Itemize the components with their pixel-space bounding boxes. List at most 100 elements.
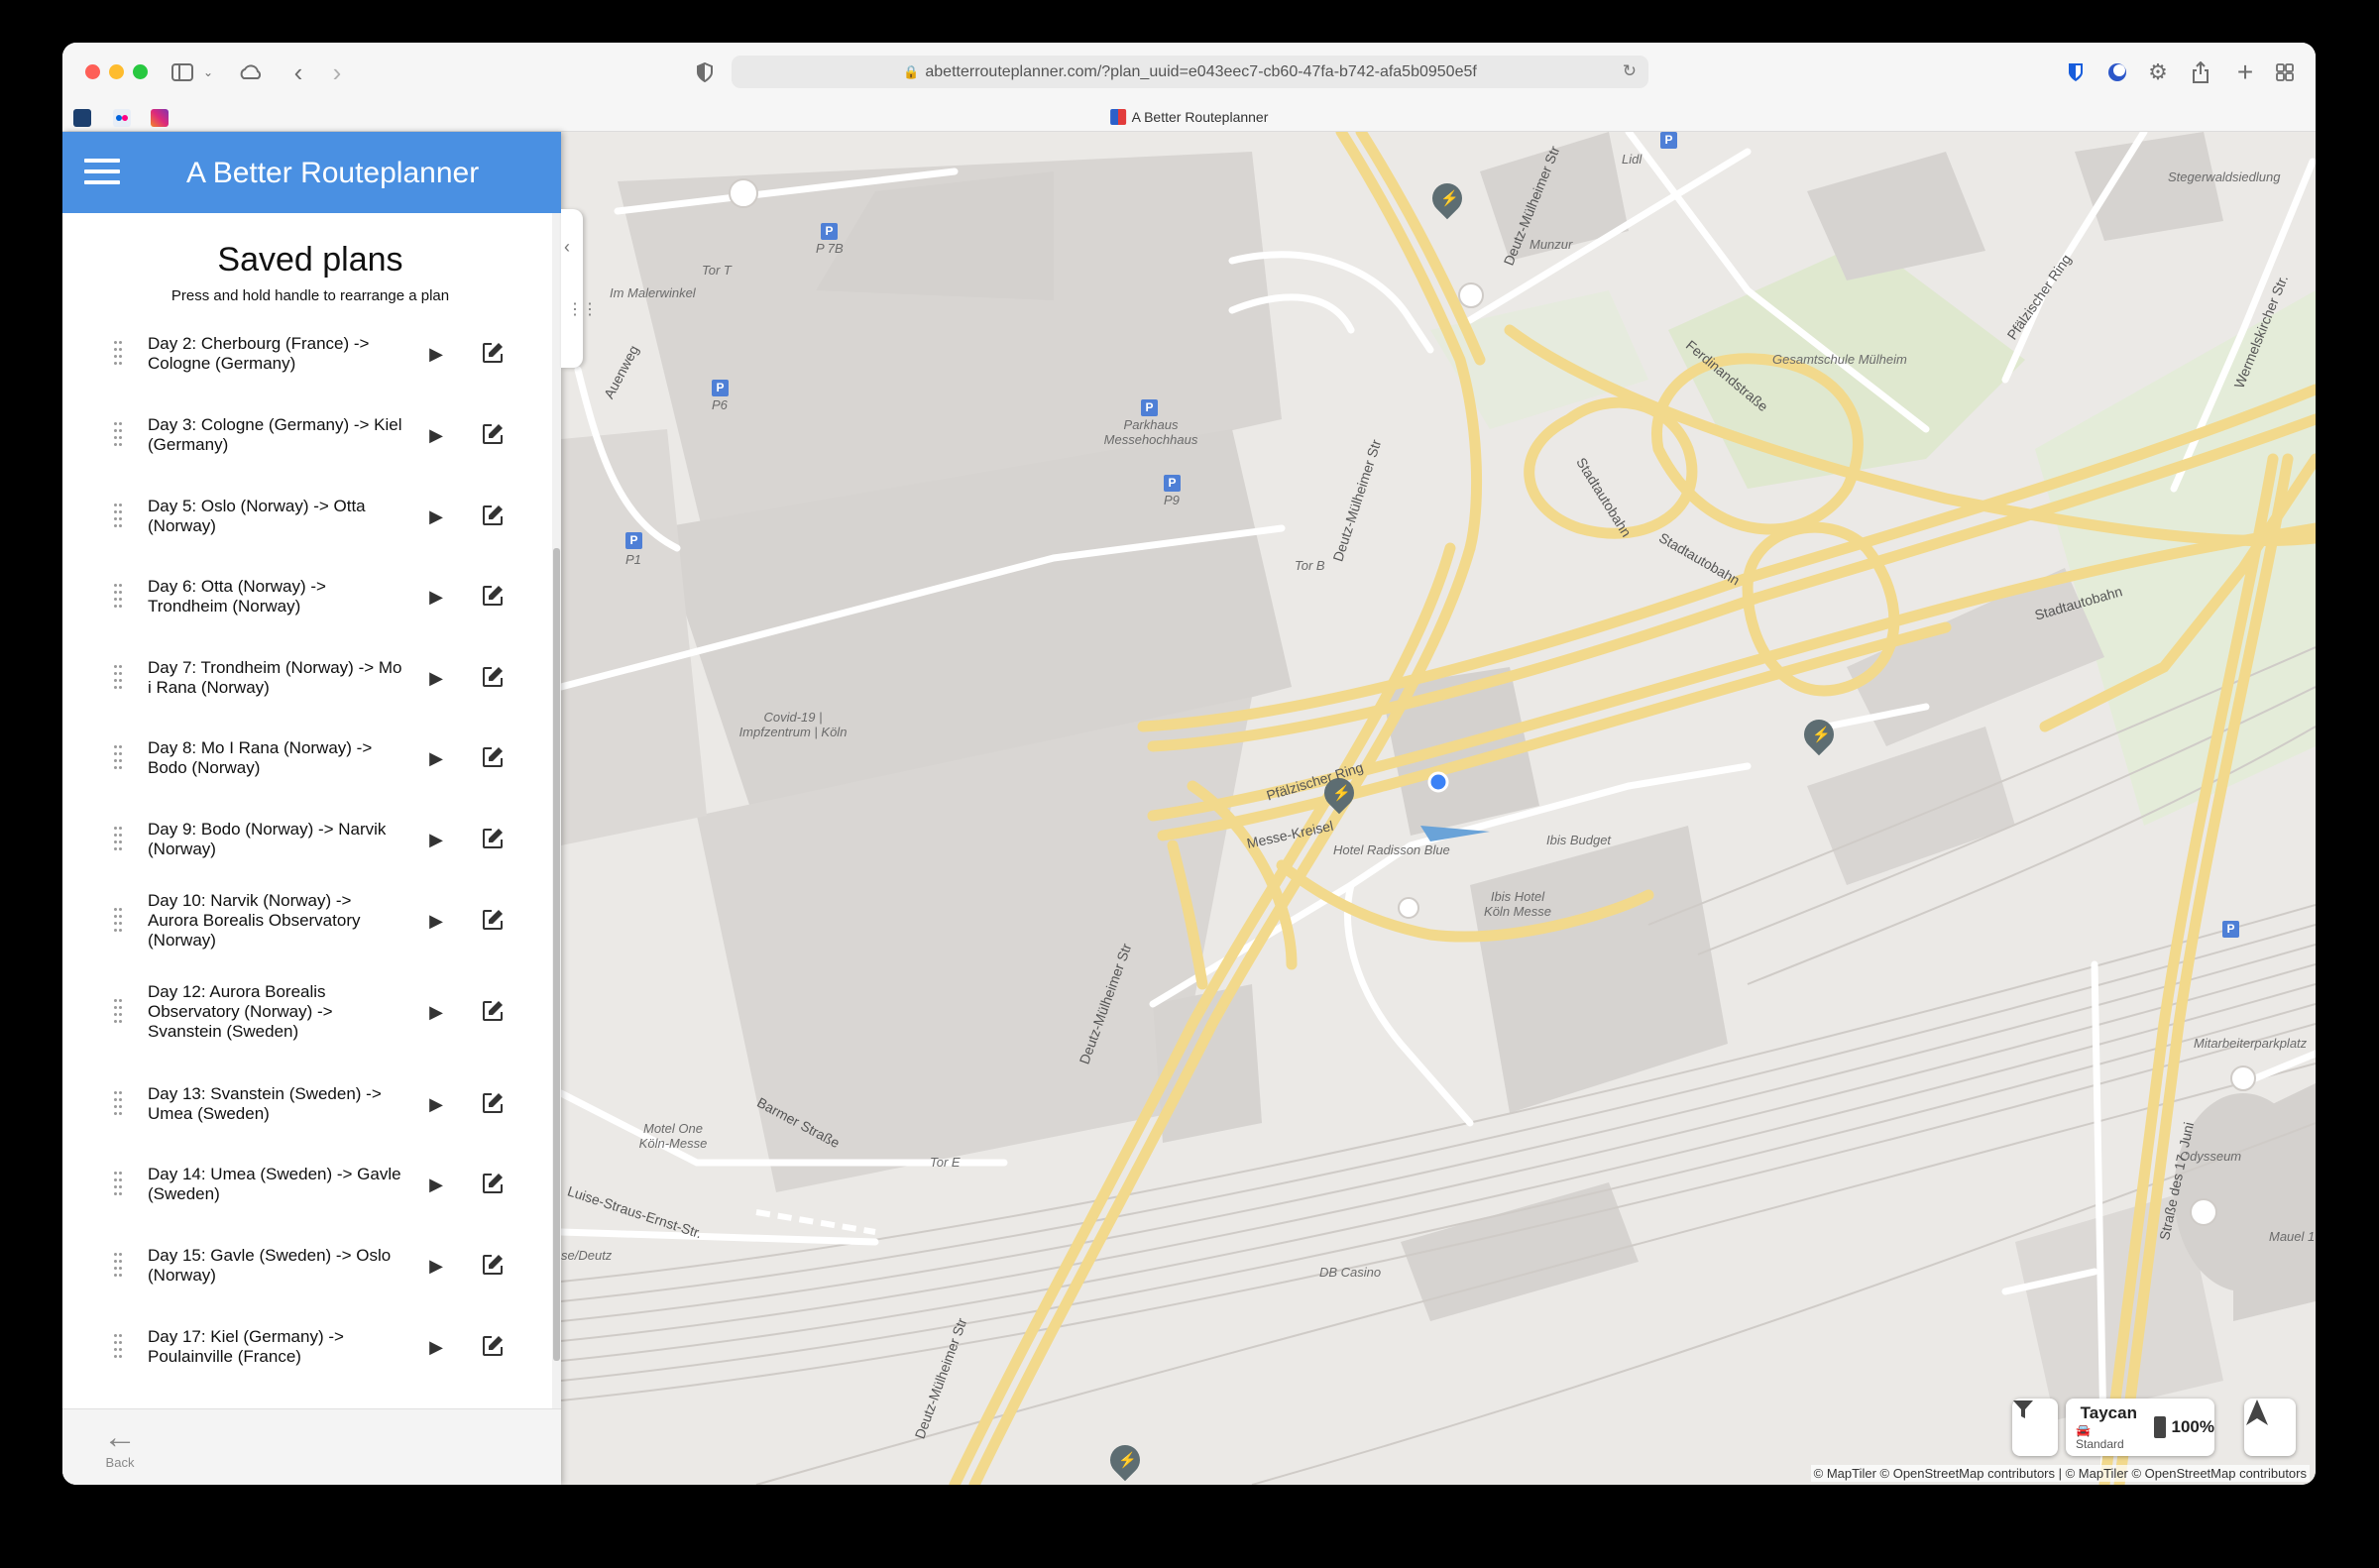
saved-plan-row[interactable]: Day 10: Narvik (Norway) -> Aurora Boreal…	[62, 891, 548, 950]
sidebar-toggle-icon[interactable]	[170, 56, 195, 88]
hamburger-menu-icon[interactable]	[84, 159, 120, 186]
poi-label: Mauel 1	[2269, 1229, 2316, 1244]
plan-title: Day 3: Cologne (Germany) -> Kiel (German…	[148, 415, 402, 454]
active-tab[interactable]: A Better Routeplanner	[1109, 109, 1269, 125]
edit-plan-icon[interactable]	[481, 584, 507, 610]
edit-plan-icon[interactable]	[481, 665, 507, 691]
favorite-bookmark-icon[interactable]	[73, 109, 91, 127]
play-plan-icon[interactable]: ▶	[424, 585, 448, 609]
close-window-button[interactable]	[85, 64, 100, 79]
saved-plan-row[interactable]: Day 7: Trondheim (Norway) -> Mo i Rana (…	[62, 658, 548, 698]
forward-nav-icon[interactable]: ›	[327, 56, 347, 88]
drag-handle-icon[interactable]	[114, 1253, 124, 1279]
edit-plan-icon[interactable]	[481, 827, 507, 852]
saved-plan-row[interactable]: Day 12: Aurora Borealis Observatory (Nor…	[62, 982, 548, 1041]
edit-plan-icon[interactable]	[481, 1253, 507, 1279]
start-navigation-button[interactable]	[2244, 1399, 2296, 1456]
charger-pin-icon[interactable]: ⚡	[1103, 1438, 1147, 1485]
drag-handle-icon[interactable]	[114, 341, 124, 367]
parking-icon: P	[625, 532, 642, 549]
drag-handle-icon[interactable]	[114, 422, 124, 448]
night-mode-extension-icon[interactable]	[2105, 56, 2129, 88]
back-nav-icon[interactable]: ‹	[288, 56, 308, 88]
poi-label: Motel One Köln-Messe	[638, 1121, 708, 1151]
saved-plan-row[interactable]: Day 14: Umea (Sweden) -> Gavle (Sweden) ▶	[62, 1165, 548, 1204]
play-plan-icon[interactable]: ▶	[424, 342, 448, 366]
privacy-report-icon[interactable]	[694, 56, 716, 88]
edit-plan-icon[interactable]	[481, 341, 507, 367]
drag-handle-icon[interactable]	[114, 827, 124, 852]
map-attribution[interactable]: © MapTiler © OpenStreetMap contributors …	[1810, 1465, 2310, 1482]
edit-plan-icon[interactable]	[481, 504, 507, 529]
drag-handle-icon[interactable]	[114, 504, 124, 529]
drag-handle-icon[interactable]	[114, 1091, 124, 1117]
tab-overview-icon[interactable]	[2273, 56, 2297, 88]
drag-handle-icon[interactable]	[114, 1334, 124, 1360]
instagram-bookmark-icon[interactable]	[151, 109, 169, 127]
vehicle-selector-button[interactable]: Taycan 🚘 Standard 100%	[2066, 1399, 2214, 1456]
edit-plan-icon[interactable]	[481, 422, 507, 448]
flickr-bookmark-icon[interactable]	[113, 109, 131, 127]
charger-filter-button[interactable]	[2012, 1399, 2058, 1456]
charger-pin-icon[interactable]: ⚡	[1425, 176, 1469, 223]
minimize-window-button[interactable]	[109, 64, 124, 79]
saved-plan-row[interactable]: Day 3: Cologne (Germany) -> Kiel (German…	[62, 415, 548, 455]
reload-icon[interactable]: ↻	[1623, 61, 1637, 81]
play-plan-icon[interactable]: ▶	[424, 1173, 448, 1196]
plan-title: Day 10: Narvik (Norway) -> Aurora Boreal…	[148, 891, 361, 950]
plan-title: Day 15: Gavle (Sweden) -> Oslo (Norway)	[148, 1246, 392, 1285]
saved-plan-row[interactable]: Day 6: Otta (Norway) -> Trondheim (Norwa…	[62, 577, 548, 616]
parking-icon: P	[821, 223, 838, 240]
drag-handle-icon[interactable]	[114, 908, 124, 934]
poi-label: Parkhaus Messehochhaus	[1103, 417, 1198, 447]
arrow-left-icon: ←	[103, 1418, 137, 1456]
play-plan-icon[interactable]: ▶	[424, 746, 448, 770]
charger-pin-icon[interactable]: ⚡	[1797, 713, 1841, 759]
play-plan-icon[interactable]: ▶	[424, 909, 448, 933]
browser-window: ⌄ ‹ › 🔒 abetterrouteplanner.com/?plan_uu…	[62, 43, 2316, 1485]
poi-label: Stegerwaldsiedlung	[2168, 169, 2281, 184]
gear-icon[interactable]: ⚙	[2146, 56, 2170, 88]
saved-plan-row[interactable]: Day 2: Cherbourg (France) -> Cologne (Ge…	[62, 334, 548, 374]
back-button[interactable]: ← Back	[95, 1419, 145, 1479]
drag-handle-icon[interactable]	[114, 584, 124, 610]
play-plan-icon[interactable]: ▶	[424, 504, 448, 528]
saved-plans-sidebar: A Better Routeplanner Saved plans Press …	[62, 132, 561, 1485]
new-tab-icon[interactable]: +	[2233, 56, 2257, 88]
play-plan-icon[interactable]: ▶	[424, 1254, 448, 1278]
saved-plan-row[interactable]: Day 13: Svanstein (Sweden) -> Umea (Swed…	[62, 1084, 548, 1124]
address-bar[interactable]: 🔒 abetterrouteplanner.com/?plan_uuid=e04…	[732, 56, 1648, 88]
play-plan-icon[interactable]: ▶	[424, 1092, 448, 1116]
saved-plan-row[interactable]: Day 5: Oslo (Norway) -> Otta (Norway) ▶	[62, 497, 548, 536]
poi-label: Tor T	[702, 263, 732, 278]
play-plan-icon[interactable]: ▶	[424, 1335, 448, 1359]
play-plan-icon[interactable]: ▶	[424, 828, 448, 851]
saved-plan-row[interactable]: Day 8: Mo I Rana (Norway) -> Bodo (Norwa…	[62, 738, 548, 778]
drag-handle-icon[interactable]	[114, 999, 124, 1025]
poi-label: se/Deutz	[561, 1248, 613, 1263]
edit-plan-icon[interactable]	[481, 745, 507, 771]
saved-plan-row[interactable]: Day 17: Kiel (Germany) -> Poulainville (…	[62, 1327, 548, 1367]
chevron-down-icon[interactable]: ⌄	[201, 56, 215, 88]
play-plan-icon[interactable]: ▶	[424, 1000, 448, 1024]
share-icon[interactable]	[2189, 56, 2212, 88]
drag-handle-icon[interactable]	[114, 665, 124, 691]
scrollbar-thumb[interactable]	[553, 548, 560, 1361]
edit-plan-icon[interactable]	[481, 1334, 507, 1360]
play-plan-icon[interactable]: ▶	[424, 666, 448, 690]
edit-plan-icon[interactable]	[481, 999, 507, 1025]
poi-label: Tor E	[930, 1155, 961, 1170]
edit-plan-icon[interactable]	[481, 1091, 507, 1117]
zoom-window-button[interactable]	[133, 64, 148, 79]
drag-handle-icon[interactable]	[114, 1172, 124, 1197]
saved-plan-row[interactable]: Day 15: Gavle (Sweden) -> Oslo (Norway) ▶	[62, 1246, 548, 1286]
edit-plan-icon[interactable]	[481, 1172, 507, 1197]
bitwarden-extension-icon[interactable]	[2064, 56, 2088, 88]
saved-plan-row[interactable]: Day 9: Bodo (Norway) -> Narvik (Norway) ▶	[62, 820, 548, 859]
edit-plan-icon[interactable]	[481, 908, 507, 934]
collapse-sidebar-handle[interactable]: ‹ ⋮⋮	[561, 209, 598, 368]
drag-handle-icon[interactable]	[114, 745, 124, 771]
icloud-tabs-icon[interactable]	[236, 56, 266, 88]
tab-title-text: A Better Routeplanner	[1131, 109, 1269, 125]
play-plan-icon[interactable]: ▶	[424, 423, 448, 447]
